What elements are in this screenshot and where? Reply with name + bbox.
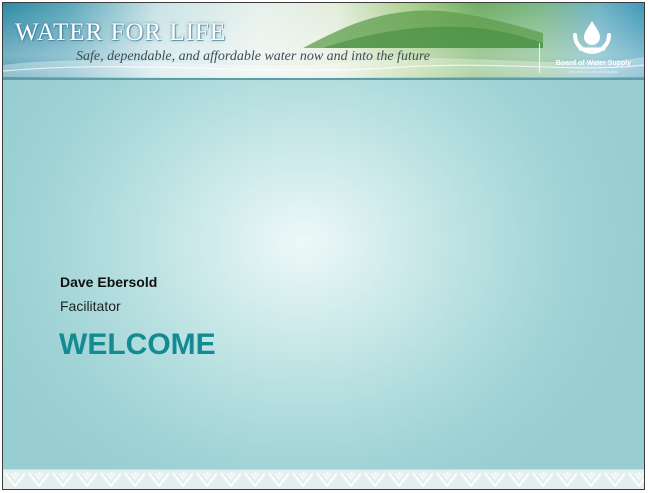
brand-title: WATER FOR LIFE <box>15 19 227 46</box>
brand-tagline: Safe, dependable, and affordable water n… <box>76 49 430 64</box>
water-drop-logo-icon <box>573 21 611 54</box>
presentation-slide: WATER FOR LIFE Safe, dependable, and aff… <box>2 2 645 490</box>
presenter-role: Facilitator <box>60 298 121 314</box>
header-banner: WATER FOR LIFE Safe, dependable, and aff… <box>3 3 644 80</box>
tribal-pattern-footer <box>3 470 644 489</box>
logo-subtitle-text: City and County of Honolulu <box>568 69 619 74</box>
welcome-heading: WELCOME <box>59 328 216 361</box>
presenter-name: Dave Ebersold <box>60 274 158 290</box>
footer-pattern-band <box>3 469 644 489</box>
logo-divider <box>539 43 540 73</box>
board-of-water-supply-logo: Board of Water Supply City and County of… <box>543 19 644 77</box>
banner-hills-graphic <box>303 10 543 48</box>
logo-name-text: Board of Water Supply <box>555 60 632 67</box>
